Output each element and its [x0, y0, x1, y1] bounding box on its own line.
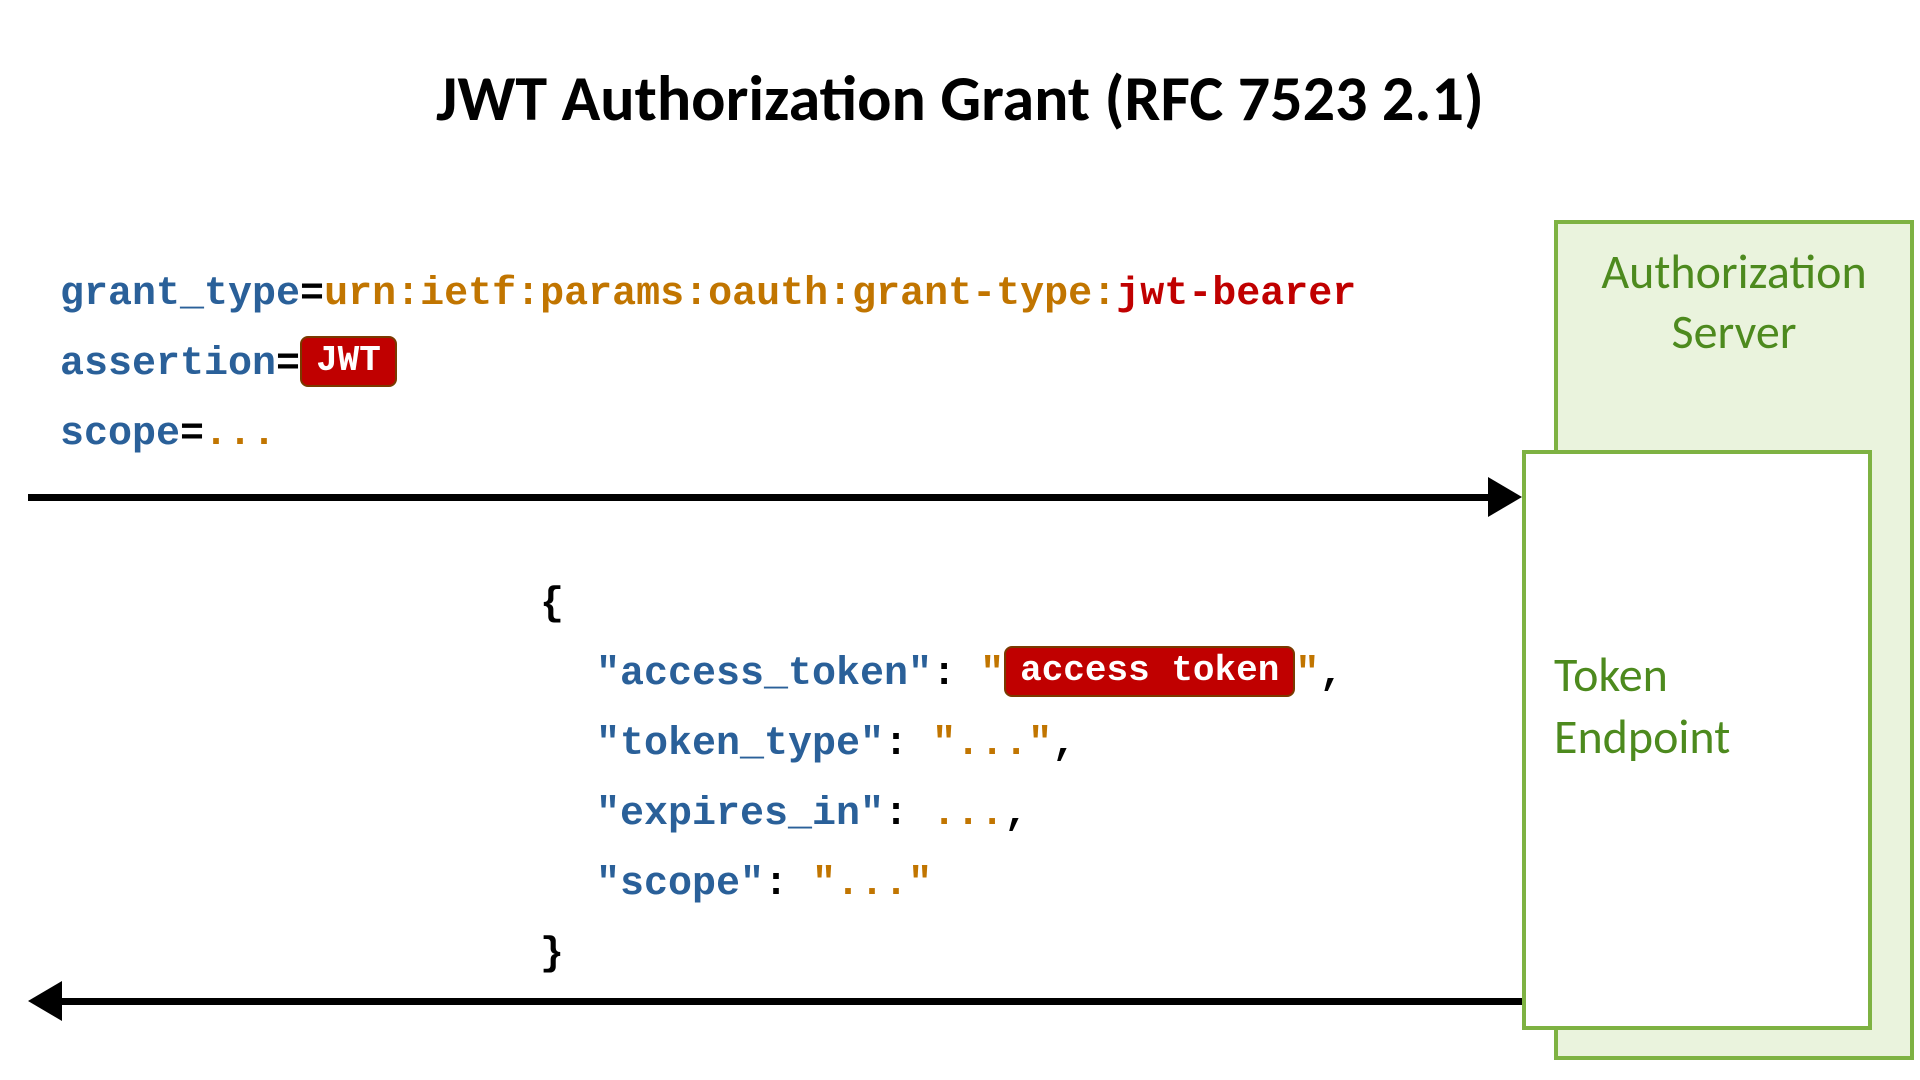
param-scope: scope=...	[60, 400, 1356, 470]
comma: ,	[1319, 652, 1343, 697]
arrow-right-icon	[1488, 477, 1522, 517]
response-arrow	[28, 984, 1522, 1024]
arrow-left-icon	[28, 981, 62, 1021]
param-key: assertion	[60, 342, 276, 387]
json-value-expires-in: ...	[932, 792, 1004, 837]
grant-type-prefix: urn:ietf:params:oauth:grant-type:	[324, 272, 1116, 317]
token-endpoint-line2: Endpoint	[1554, 707, 1730, 766]
scope-value: ...	[204, 412, 276, 457]
access-token-badge: access token	[1004, 646, 1295, 697]
param-grant-type: grant_type=urn:ietf:params:oauth:grant-t…	[60, 260, 1356, 330]
json-value-token-type: "..."	[932, 722, 1052, 767]
request-arrow	[28, 480, 1522, 520]
quote: "	[1295, 652, 1319, 697]
authorization-server-label: Authorization Server	[1558, 242, 1910, 362]
arrow-shaft	[28, 494, 1496, 501]
colon: :	[764, 862, 812, 907]
param-key: grant_type	[60, 272, 300, 317]
auth-server-line1: Authorization	[1601, 242, 1866, 301]
colon: :	[932, 652, 980, 697]
quote: "	[980, 652, 1004, 697]
colon: :	[884, 722, 932, 767]
json-key-access-token: "access_token"	[596, 652, 932, 697]
brace-open: {	[540, 582, 564, 627]
json-value-scope: "..."	[812, 862, 932, 907]
colon: :	[884, 792, 932, 837]
param-assertion: assertion=JWT	[60, 330, 1356, 400]
comma: ,	[1052, 722, 1076, 767]
equals-sign: =	[180, 412, 204, 457]
param-key: scope	[60, 412, 180, 457]
equals-sign: =	[276, 342, 300, 387]
request-params: grant_type=urn:ietf:params:oauth:grant-t…	[60, 260, 1356, 470]
arrow-shaft	[54, 998, 1522, 1005]
token-endpoint-label: Token Endpoint	[1554, 644, 1834, 769]
auth-server-line2: Server	[1672, 302, 1797, 361]
json-key-expires-in: "expires_in"	[596, 792, 884, 837]
response-json: { "access_token": "access token", "token…	[540, 570, 1343, 990]
jwt-badge: JWT	[300, 336, 397, 387]
json-key-token-type: "token_type"	[596, 722, 884, 767]
brace-close: }	[540, 932, 564, 977]
equals-sign: =	[300, 272, 324, 317]
token-endpoint-line1: Token	[1554, 645, 1668, 704]
grant-type-suffix: jwt-bearer	[1116, 272, 1356, 317]
slide-title: JWT Authorization Grant (RFC 7523 2.1)	[0, 60, 1920, 138]
token-endpoint-box: Token Endpoint	[1522, 450, 1872, 1030]
json-key-scope: "scope"	[596, 862, 764, 907]
comma: ,	[1004, 792, 1028, 837]
